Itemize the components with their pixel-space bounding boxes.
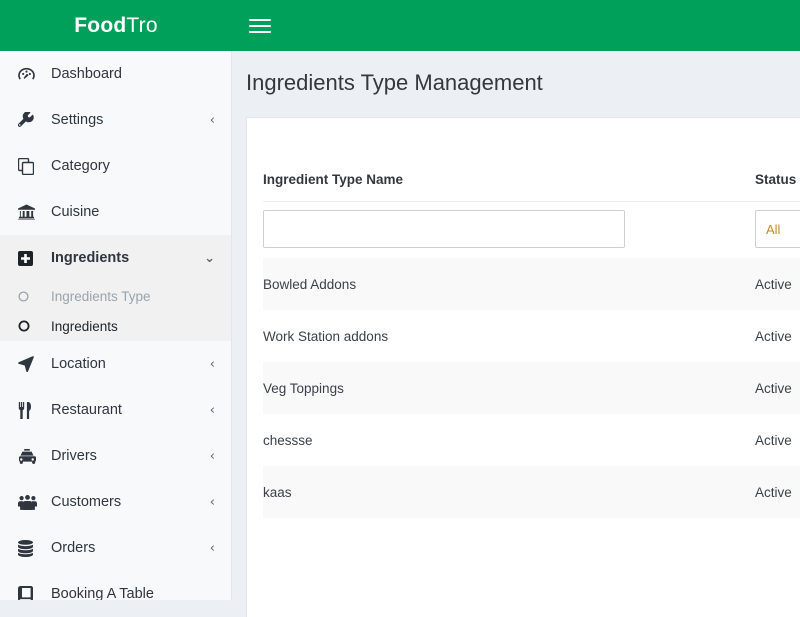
status-filter-select[interactable]: All: [755, 210, 800, 248]
sidebar-item-booking-a-table[interactable]: Booking A Table: [0, 571, 231, 600]
app-logo-light: Tro: [126, 13, 158, 37]
sidebar-chevron: ‹: [209, 448, 215, 464]
cell-status: Active: [755, 276, 792, 292]
sidebar-chevron: ‹: [209, 402, 215, 418]
sidebar-item-label: Category: [51, 158, 110, 174]
cutlery-icon: [18, 401, 40, 419]
circle-o-icon: [18, 290, 40, 302]
sidebar-item-dashboard[interactable]: Dashboard: [0, 51, 231, 97]
filter-cell-name: [263, 202, 755, 259]
taxi-icon: [18, 447, 40, 465]
sidebar-chevron-down-icon: ⌄: [204, 250, 215, 266]
copy-icon: [18, 157, 40, 175]
book-icon: [18, 585, 40, 600]
ingredient-types-table: Ingredient Type Name Status All Bowled A…: [263, 160, 800, 518]
app-logo[interactable]: Food Tro: [0, 0, 232, 51]
top-navbar: Food Tro: [0, 0, 800, 51]
table-row[interactable]: Bowled Addons Active: [263, 258, 800, 310]
table-row[interactable]: kaas Active: [263, 466, 800, 518]
sidebar-item-cuisine[interactable]: Cuisine: [0, 189, 231, 235]
filter-row: All: [263, 202, 800, 259]
sidebar-item-ingredients-list[interactable]: Ingredients: [0, 311, 231, 341]
cell-name: Bowled Addons: [263, 276, 357, 292]
sidebar-item-restaurant[interactable]: Restaurant ‹: [0, 387, 231, 433]
column-header-name[interactable]: Ingredient Type Name: [263, 160, 755, 202]
hamburger-bar: [249, 24, 271, 27]
column-header-status[interactable]: Status: [755, 160, 800, 202]
sidebar-item-label: Restaurant: [51, 402, 122, 418]
sidebar-item-label: Location: [51, 356, 106, 372]
table-body: Bowled Addons Active Work Station addons…: [263, 258, 800, 518]
location-arrow-icon: [18, 355, 40, 373]
sidebar-chevron: ‹: [209, 540, 215, 556]
sidebar-item-location[interactable]: Location ‹: [0, 341, 231, 387]
table-header-row: Ingredient Type Name Status: [263, 160, 800, 202]
bank-icon: [18, 203, 40, 221]
hamburger-bar: [249, 30, 271, 33]
sidebar-item-drivers[interactable]: Drivers ‹: [0, 433, 231, 479]
main-content: Ingredients Type Management Ingredient T…: [233, 51, 800, 617]
circle-o-icon: [18, 320, 40, 332]
sidebar-item-label: Cuisine: [51, 204, 100, 220]
sidebar-item-category[interactable]: Category: [0, 143, 231, 189]
plus-square-icon: [18, 249, 40, 267]
sidebar-item-orders[interactable]: Orders ‹: [0, 525, 231, 571]
sidebar-item-ingredients[interactable]: Ingredients ⌄: [0, 235, 231, 281]
sidebar[interactable]: Dashboard Settings ‹ Category Cuisine In…: [0, 51, 232, 600]
table-filters: All: [263, 202, 800, 259]
table-row[interactable]: Work Station addons Active: [263, 310, 800, 362]
app-logo-bold: Food: [74, 13, 127, 37]
cell-name: kaas: [263, 484, 292, 500]
wrench-icon: [18, 111, 40, 129]
cell-status: Active: [755, 484, 792, 500]
table-head: Ingredient Type Name Status: [263, 160, 800, 202]
hamburger-icon[interactable]: [249, 15, 271, 37]
sidebar-item-label: Drivers: [51, 448, 97, 464]
card-body: Ingredient Type Name Status All Bowled A…: [247, 118, 800, 518]
sidebar-chevron: ‹: [209, 356, 215, 372]
sidebar-item-settings[interactable]: Settings ‹: [0, 97, 231, 143]
cell-name: Veg Toppings: [263, 380, 344, 396]
name-filter-input[interactable]: [263, 210, 625, 248]
sidebar-item-label: Dashboard: [51, 66, 122, 82]
sidebar-chevron: ‹: [209, 494, 215, 510]
cell-status: Active: [755, 432, 792, 448]
sidebar-item-customers[interactable]: Customers ‹: [0, 479, 231, 525]
cell-status: Active: [755, 380, 792, 396]
sidebar-subitem-label: Ingredients: [51, 318, 118, 334]
cell-status: Active: [755, 328, 792, 344]
hamburger-bar: [249, 18, 271, 21]
page-title: Ingredients Type Management: [246, 70, 543, 95]
sidebar-subitem-label: Ingredients Type: [51, 288, 151, 304]
sidebar-item-ingredients-type[interactable]: Ingredients Type: [0, 281, 231, 311]
sidebar-item-label: Customers: [51, 494, 122, 510]
sidebar-item-label: Booking A Table: [51, 586, 154, 600]
sidebar-group-ingredients: Ingredients ⌄ Ingredients Type Ingredien…: [0, 235, 231, 341]
content-card: Ingredient Type Name Status All Bowled A…: [246, 117, 800, 617]
filter-cell-status: All: [755, 202, 800, 259]
cell-name: Work Station addons: [263, 328, 389, 344]
table-row[interactable]: chessse Active: [263, 414, 800, 466]
sidebar-item-label: Orders: [51, 540, 96, 556]
table-row[interactable]: Veg Toppings Active: [263, 362, 800, 414]
users-icon: [18, 493, 40, 511]
sidebar-item-label: Ingredients: [51, 250, 130, 266]
database-icon: [18, 539, 40, 557]
sidebar-item-label: Settings: [51, 112, 104, 128]
dashboard-icon: [18, 65, 40, 83]
sidebar-chevron: ‹: [209, 112, 215, 128]
cell-name: chessse: [263, 432, 313, 448]
